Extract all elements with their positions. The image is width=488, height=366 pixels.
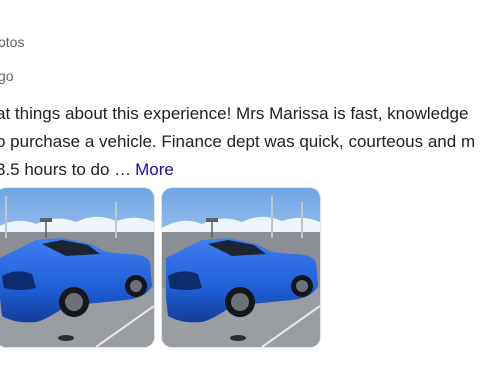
review-photo[interactable] <box>162 188 320 347</box>
more-link[interactable]: More <box>135 160 174 179</box>
car-photo-image <box>162 188 320 347</box>
review-text-line: at things about this experience! Mrs Mar… <box>0 104 469 123</box>
car-photo-image <box>0 188 154 347</box>
review-photo[interactable] <box>0 188 154 347</box>
review-text-line: o purchase a vehicle. Finance dept was q… <box>0 132 476 151</box>
review-text-line: 3.5 hours to do … More <box>0 156 488 184</box>
review-photos-count: otos <box>0 34 25 50</box>
review-time-ago: go <box>0 68 14 84</box>
review-text-truncated: 3.5 hours to do … <box>0 160 132 179</box>
review-text: at things about this experience! Mrs Mar… <box>0 100 488 184</box>
